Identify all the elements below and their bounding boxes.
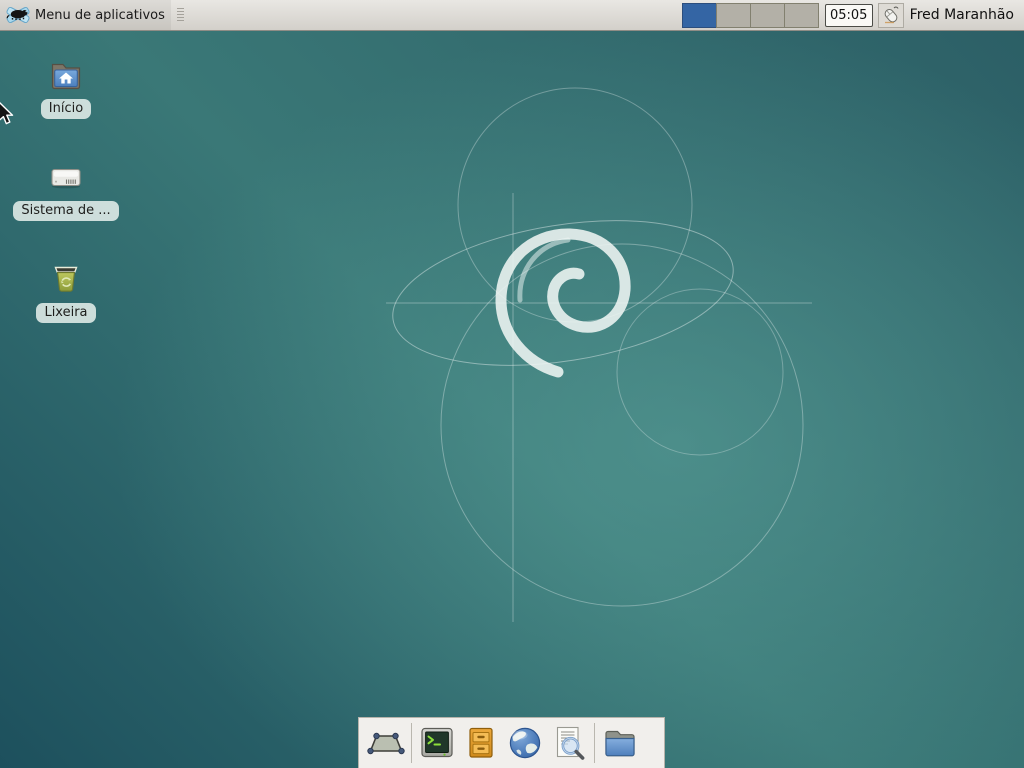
desktop[interactable]: Início Sistema de ... xyxy=(0,31,1024,768)
file-cabinet-icon xyxy=(461,723,501,763)
blue-folder-icon xyxy=(600,723,640,763)
workspace-3[interactable] xyxy=(750,3,785,28)
debian-joy-wallpaper-artwork xyxy=(0,31,1024,768)
user-actions-button[interactable]: Fred Maranhão xyxy=(910,7,1014,23)
dock-separator xyxy=(411,723,412,763)
desktop-icon-trash[interactable]: Lixeira xyxy=(16,259,116,323)
globe-icon xyxy=(505,723,545,763)
panel-grip-handle[interactable] xyxy=(177,8,184,23)
applications-menu-button[interactable]: Menu de aplicativos xyxy=(0,0,171,30)
dock-folder-button[interactable] xyxy=(598,721,642,765)
tray-mouse-device-button[interactable] xyxy=(878,3,904,28)
top-panel: Menu de aplicativos 05:05 xyxy=(0,0,1024,31)
dock-separator xyxy=(594,723,595,763)
workspace-2[interactable] xyxy=(716,3,751,28)
workspace-active[interactable] xyxy=(682,3,717,28)
xfce-mouse-logo-icon xyxy=(6,3,30,27)
dock-file-manager-button[interactable] xyxy=(459,721,503,765)
filesystem-drive-icon xyxy=(46,157,86,197)
show-desktop-icon xyxy=(366,723,406,763)
desktop-icon-label: Lixeira xyxy=(36,303,95,323)
workspace-switcher xyxy=(682,3,819,28)
workspace-4[interactable] xyxy=(784,3,819,28)
desktop-icon-label: Início xyxy=(41,99,91,119)
dock-terminal-button[interactable] xyxy=(415,721,459,765)
panel-right-area: 05:05 Fred Maranhão xyxy=(682,0,1024,30)
dock-show-desktop-button[interactable] xyxy=(364,721,408,765)
dock-application-finder-button[interactable] xyxy=(547,721,591,765)
trash-bin-icon xyxy=(46,259,86,299)
terminal-icon xyxy=(417,723,457,763)
dock-web-browser-button[interactable] xyxy=(503,721,547,765)
mouse-device-icon xyxy=(881,5,901,25)
document-magnifier-icon xyxy=(549,723,589,763)
clock[interactable]: 05:05 xyxy=(825,4,873,27)
bottom-dock xyxy=(358,717,665,768)
home-folder-icon xyxy=(46,55,86,95)
desktop-icon-label: Sistema de ... xyxy=(13,201,118,221)
desktop-icon-home[interactable]: Início xyxy=(16,55,116,119)
applications-menu-label: Menu de aplicativos xyxy=(35,8,165,23)
desktop-icon-filesystem[interactable]: Sistema de ... xyxy=(16,157,116,221)
